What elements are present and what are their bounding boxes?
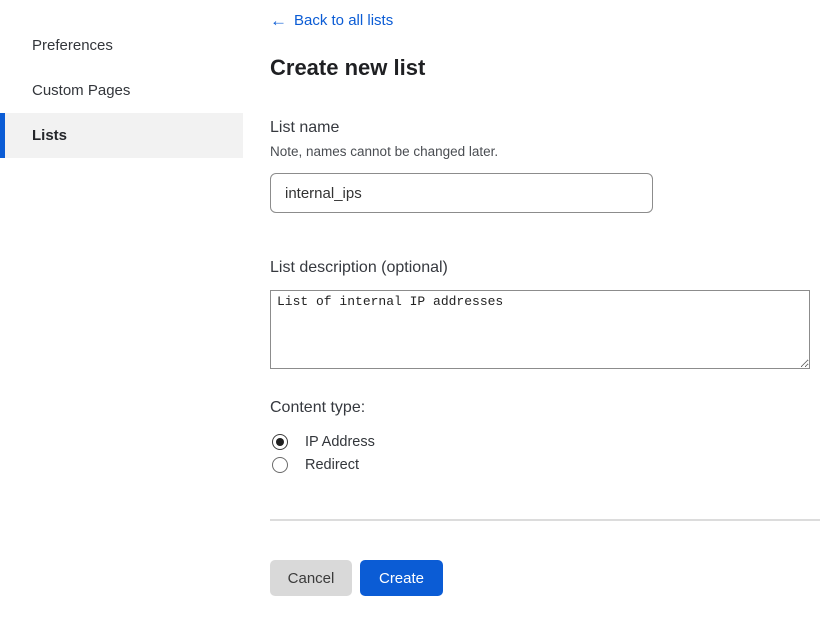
create-button[interactable]: Create <box>360 560 443 596</box>
content-type-radio-group: IP Address Redirect <box>272 430 375 476</box>
sidebar-item-custom-pages[interactable]: Custom Pages <box>0 68 243 113</box>
back-link-label: Back to all lists <box>294 12 393 29</box>
sidebar-item-preferences[interactable]: Preferences <box>0 23 243 68</box>
radio-option-label: IP Address <box>305 434 375 450</box>
sidebar-item-label: Lists <box>32 127 67 144</box>
content-type-option-ip-address[interactable]: IP Address <box>272 430 375 453</box>
settings-sidebar: Preferences Custom Pages Lists <box>0 23 243 158</box>
redirect-radio[interactable] <box>272 457 288 473</box>
section-divider <box>270 519 820 521</box>
page-title: Create new list <box>270 55 425 81</box>
list-name-note: Note, names cannot be changed later. <box>270 144 498 159</box>
list-description-textarea[interactable]: List of internal IP addresses <box>270 290 810 369</box>
sidebar-item-lists[interactable]: Lists <box>0 113 243 158</box>
list-name-input[interactable] <box>270 173 653 213</box>
sidebar-item-label: Custom Pages <box>32 82 130 99</box>
back-arrow-icon: ← <box>270 12 287 29</box>
content-type-label: Content type: <box>270 399 365 417</box>
content-type-option-redirect[interactable]: Redirect <box>272 453 375 476</box>
list-description-label: List description (optional) <box>270 259 448 277</box>
create-list-panel: ← Back to all lists Create new list List… <box>270 0 823 617</box>
back-to-all-lists-link[interactable]: ← Back to all lists <box>270 12 393 29</box>
sidebar-item-label: Preferences <box>32 37 113 54</box>
ip-address-radio[interactable] <box>272 434 288 450</box>
radio-option-label: Redirect <box>305 457 359 473</box>
list-name-label: List name <box>270 119 339 137</box>
cancel-button[interactable]: Cancel <box>270 560 352 596</box>
